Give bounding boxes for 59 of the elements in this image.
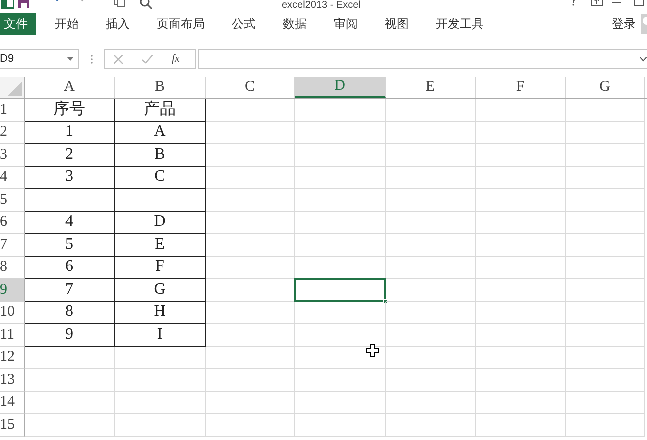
cursor-icon <box>366 344 379 357</box>
login-link[interactable]: 登录 <box>612 15 636 33</box>
ribbon-tab[interactable]: 数据 <box>275 13 315 35</box>
row-header[interactable]: 2 <box>0 122 25 144</box>
table-cell: A <box>115 122 206 144</box>
row-header[interactable]: 9 <box>0 279 25 302</box>
table-cell: 8 <box>25 302 115 324</box>
table-cell: 7 <box>25 279 115 302</box>
table-cell: D <box>115 212 206 234</box>
row-header[interactable]: 10 <box>0 302 25 324</box>
row-header[interactable]: 8 <box>0 256 25 279</box>
ribbon-tab[interactable]: 插入 <box>98 13 138 35</box>
row-header[interactable]: 1 <box>0 99 25 122</box>
print-preview-icon[interactable] <box>140 0 153 9</box>
table-cell: 序号 <box>25 99 115 122</box>
ribbon-tab[interactable]: 公式 <box>224 13 264 35</box>
table-cell: 9 <box>25 324 115 346</box>
fill-handle[interactable] <box>383 298 388 304</box>
ribbon-tab[interactable]: 页面布局 <box>149 13 213 35</box>
ribbon-tab[interactable]: 开发工具 <box>428 13 492 35</box>
table-cell: H <box>115 302 206 324</box>
drag-handle-icon[interactable] <box>91 54 93 64</box>
row-header[interactable]: 6 <box>0 212 25 234</box>
check-icon[interactable] <box>142 54 153 64</box>
ribbon-tab[interactable]: 文件 <box>0 13 36 35</box>
row-header[interactable]: 14 <box>0 392 25 414</box>
table-cell: I <box>115 324 206 346</box>
table-cell: 产品 <box>115 99 206 122</box>
table-cell: F <box>115 256 206 279</box>
ribbon-tab[interactable]: 视图 <box>377 13 417 35</box>
name-box[interactable]: D9 <box>0 49 79 69</box>
table-cell: 4 <box>25 212 115 234</box>
table-cell: C <box>115 166 206 189</box>
table-cell: E <box>115 234 206 256</box>
minimize-icon[interactable] <box>612 2 621 4</box>
row-header[interactable]: 12 <box>0 346 25 369</box>
formula-input-field[interactable] <box>198 49 647 69</box>
table-cell: 5 <box>25 234 115 256</box>
column-header[interactable]: D <box>295 77 386 98</box>
table-cell: 3 <box>25 166 115 189</box>
ribbon-tab[interactable]: 审阅 <box>326 13 366 35</box>
window-title: excel2013 - Excel <box>282 0 361 11</box>
row-header[interactable]: 4 <box>0 166 25 189</box>
table-cell: 6 <box>25 256 115 279</box>
row-header[interactable]: 13 <box>0 369 25 392</box>
row-header[interactable]: 11 <box>0 324 25 346</box>
corner-triangle-icon <box>8 82 22 96</box>
table-cell: B <box>115 144 206 166</box>
row-header[interactable]: 5 <box>0 189 25 212</box>
dropdown-caret-icon <box>67 57 74 61</box>
table-cell: 2 <box>25 144 115 166</box>
table-cell: G <box>115 279 206 302</box>
insert-function-button[interactable]: fx <box>172 50 180 68</box>
row-header[interactable]: 7 <box>0 234 25 256</box>
ribbon-tab[interactable]: 开始 <box>47 13 87 35</box>
table-cell: 1 <box>25 122 115 144</box>
row-header[interactable]: 15 <box>0 414 25 436</box>
row-header[interactable]: 3 <box>0 144 25 166</box>
expand-chevron-icon[interactable] <box>640 57 647 62</box>
